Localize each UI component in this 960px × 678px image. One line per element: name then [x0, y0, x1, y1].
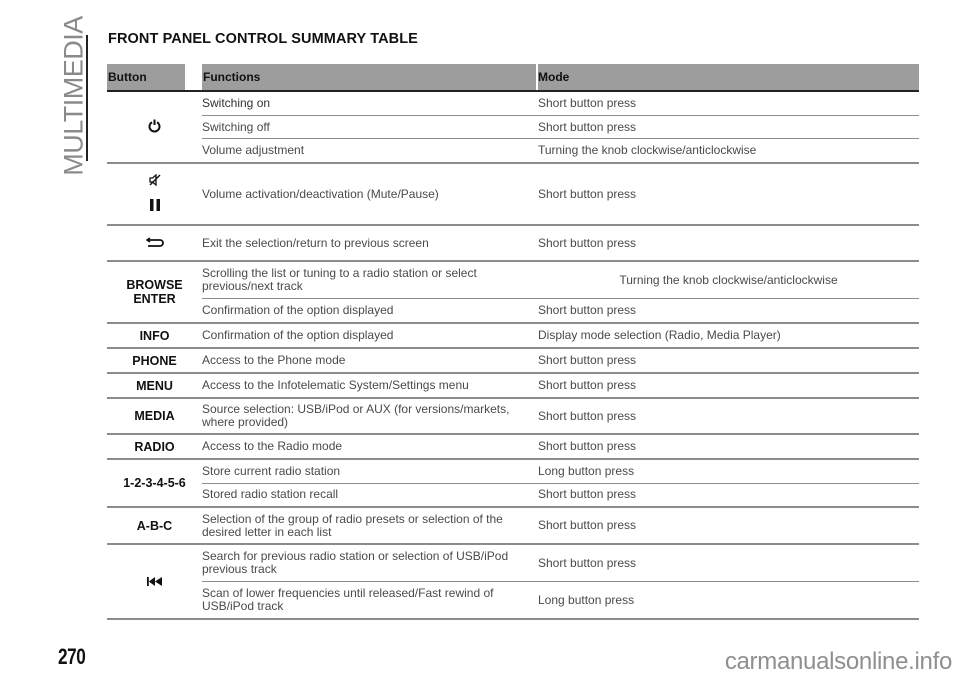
- function-cell: Source selection: USB/iPod or AUX (for v…: [202, 402, 510, 429]
- mode-cell: Short button press: [538, 353, 637, 367]
- button-label: BROWSE: [126, 278, 183, 292]
- table-row: Switching on Short button press: [202, 92, 919, 115]
- table-row: Selection of the group of radio presets …: [202, 508, 919, 543]
- table-row-group-mute: Volume activation/deactivation (Mute/Pau…: [107, 164, 919, 226]
- mode-cell: Short button press: [538, 95, 637, 110]
- mode-cell: Short button press: [538, 303, 637, 318]
- section-divider: [86, 35, 88, 161]
- table-row-group-previous: Search for previous radio station or sel…: [107, 545, 919, 620]
- button-label: MENU: [136, 378, 173, 393]
- mode-cell: Short button press: [538, 408, 637, 423]
- table-row: Confirmation of the option displayed Dis…: [202, 324, 919, 347]
- header-mode: Mode: [538, 64, 919, 90]
- table-row: Store current radio station Long button …: [202, 460, 919, 483]
- mode-cell: Short button press: [538, 555, 637, 570]
- table-row-group-back: Exit the selection/return to previous sc…: [107, 226, 919, 262]
- header-functions: Functions: [202, 64, 536, 90]
- table-row: Confirmation of the option displayed Sho…: [202, 298, 919, 322]
- button-cell: BROWSE ENTER: [107, 262, 202, 322]
- function-cell: Stored radio station recall: [202, 487, 339, 502]
- function-cell: Scan of lower frequencies until released…: [202, 586, 494, 613]
- button-label: MEDIA: [134, 409, 175, 423]
- table-row: Stored radio station recall Short button…: [202, 482, 919, 507]
- mode-cell: Short button press: [538, 186, 637, 201]
- table-row-group-power: Switching on Short button press Switchin…: [107, 92, 919, 164]
- pause-icon: [149, 199, 161, 214]
- table-row: Access to the Radio mode Short button pr…: [202, 435, 919, 458]
- function-cell: Switching on: [202, 95, 271, 110]
- table-row: Exit the selection/return to previous sc…: [202, 226, 919, 260]
- back-arrow-icon: [145, 236, 164, 250]
- table-row: Search for previous radio station or sel…: [202, 545, 919, 581]
- button-label: 1-2-3-4-5-6: [123, 476, 186, 490]
- mode-cell: Short button press: [538, 378, 637, 392]
- table-row-group-info: INFO Confirmation of the option displaye…: [107, 324, 919, 349]
- mode-cell: Turning the knob clockwise/anticlockwise: [619, 272, 838, 287]
- button-cell: [107, 164, 202, 224]
- function-cell: Access to the Radio mode: [202, 439, 343, 453]
- table-row: Scrolling the list or tuning to a radio …: [202, 262, 919, 298]
- mode-cell: Long button press: [538, 592, 635, 607]
- mode-cell: Short button press: [538, 439, 637, 453]
- table-row: Access to the Phone mode Short button pr…: [202, 349, 919, 372]
- function-cell: Volume activation/deactivation (Mute/Pau…: [202, 186, 439, 201]
- watermark: carmanualsonline.info: [724, 648, 952, 675]
- table-row: Switching off Short button press: [202, 114, 919, 139]
- button-label: A-B-C: [136, 518, 173, 533]
- button-label: RADIO: [134, 439, 175, 454]
- table-row: Volume adjustment Turning the knob clock…: [202, 138, 919, 162]
- function-cell: Store current radio station: [202, 463, 341, 478]
- button-label: ENTER: [133, 292, 176, 306]
- table-row: Source selection: USB/iPod or AUX (for v…: [202, 399, 919, 433]
- table-row: Access to the Infotelematic System/Setti…: [202, 374, 919, 397]
- mode-cell: Turning the knob clockwise/anticlockwise: [538, 143, 757, 158]
- skip-previous-icon: [146, 575, 163, 589]
- table-row-group-browse-enter: BROWSE ENTER Scrolling the list or tunin…: [107, 262, 919, 324]
- table-row-group-menu: MENU Access to the Infotelematic System/…: [107, 374, 919, 399]
- mode-cell: Short button press: [538, 235, 637, 250]
- mode-cell: Short button press: [538, 518, 637, 532]
- table-row: Volume activation/deactivation (Mute/Pau…: [202, 164, 919, 224]
- function-cell: Volume adjustment: [202, 143, 305, 158]
- function-cell: Access to the Phone mode: [202, 353, 346, 367]
- button-cell: [107, 545, 202, 618]
- header-button: Button: [107, 64, 185, 90]
- section-label-text: MULTIMEDIA: [58, 16, 89, 176]
- table-row-group-presets: 1-2-3-4-5-6 Store current radio station …: [107, 460, 919, 508]
- button-cell: [107, 92, 202, 162]
- function-cell: Search for previous radio station or sel…: [202, 549, 509, 576]
- button-cell: [107, 226, 202, 260]
- mode-cell: Display mode selection (Radio, Media Pla…: [538, 328, 781, 342]
- function-cell: Confirmation of the option displayed: [202, 328, 394, 342]
- function-cell: Scrolling the list or tuning to a radio …: [202, 266, 477, 294]
- function-cell: Switching off: [202, 119, 270, 134]
- power-icon: [148, 119, 161, 136]
- table-row: Scan of lower frequencies until released…: [202, 581, 919, 618]
- table-row-group-abc: A-B-C Selection of the group of radio pr…: [107, 508, 919, 545]
- function-cell: Access to the Infotelematic System/Setti…: [202, 378, 469, 392]
- function-cell: Exit the selection/return to previous sc…: [202, 235, 429, 250]
- table-row-group-media: MEDIA Source selection: USB/iPod or AUX …: [107, 399, 919, 435]
- button-label: INFO: [139, 328, 170, 343]
- table-header: Button Functions Mode: [107, 64, 919, 92]
- page-title: FRONT PANEL CONTROL SUMMARY TABLE: [108, 31, 418, 47]
- mode-cell: Short button press: [538, 487, 637, 502]
- table-row-group-radio: RADIO Access to the Radio mode Short but…: [107, 435, 919, 460]
- function-cell: Selection of the group of radio presets …: [202, 511, 503, 539]
- button-label: PHONE: [132, 353, 177, 368]
- control-summary-table: Button Functions Mode Switching on Short…: [107, 64, 919, 620]
- table-row-group-phone: PHONE Access to the Phone mode Short but…: [107, 349, 919, 374]
- mode-cell: Long button press: [538, 463, 635, 478]
- mode-cell: Short button press: [538, 119, 637, 134]
- function-cell: Confirmation of the option displayed: [202, 303, 394, 318]
- page-number: 270: [58, 644, 86, 669]
- mute-icon: [148, 173, 161, 189]
